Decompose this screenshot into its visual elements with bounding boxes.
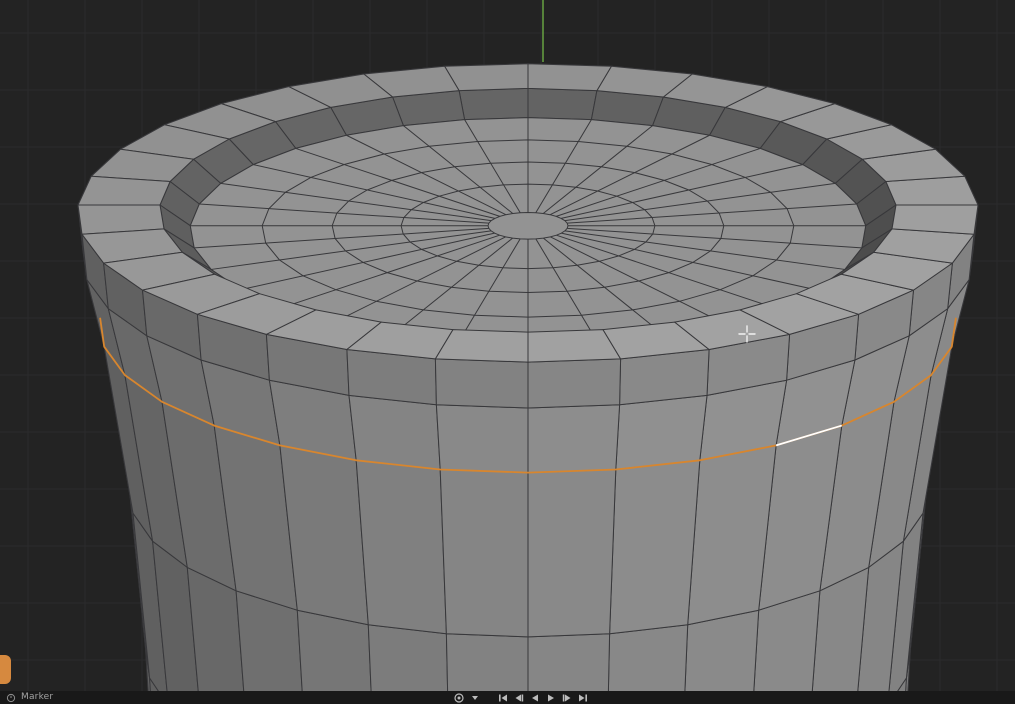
chevron-down-icon[interactable] [468, 692, 481, 703]
timeline-editor-icon[interactable] [6, 693, 16, 703]
play-reverse-button[interactable] [528, 692, 541, 703]
clock-icon [6, 693, 16, 702]
play-button[interactable] [544, 692, 557, 703]
jump-to-start-button[interactable] [496, 692, 509, 703]
corner-marker-badge[interactable] [0, 655, 11, 684]
next-keyframe-button[interactable] [560, 692, 573, 703]
blender-window: Marker [0, 0, 1015, 704]
auto-keyframe-icon[interactable] [452, 692, 465, 703]
marker-menu[interactable]: Marker [21, 692, 53, 703]
cylinder-mesh[interactable] [77, 63, 979, 704]
previous-keyframe-button[interactable] [512, 692, 525, 703]
viewport-3d[interactable] [0, 0, 1015, 704]
playback-controls [452, 692, 589, 703]
jump-to-end-button[interactable] [576, 692, 589, 703]
timeline-bar: Marker [0, 691, 1015, 704]
